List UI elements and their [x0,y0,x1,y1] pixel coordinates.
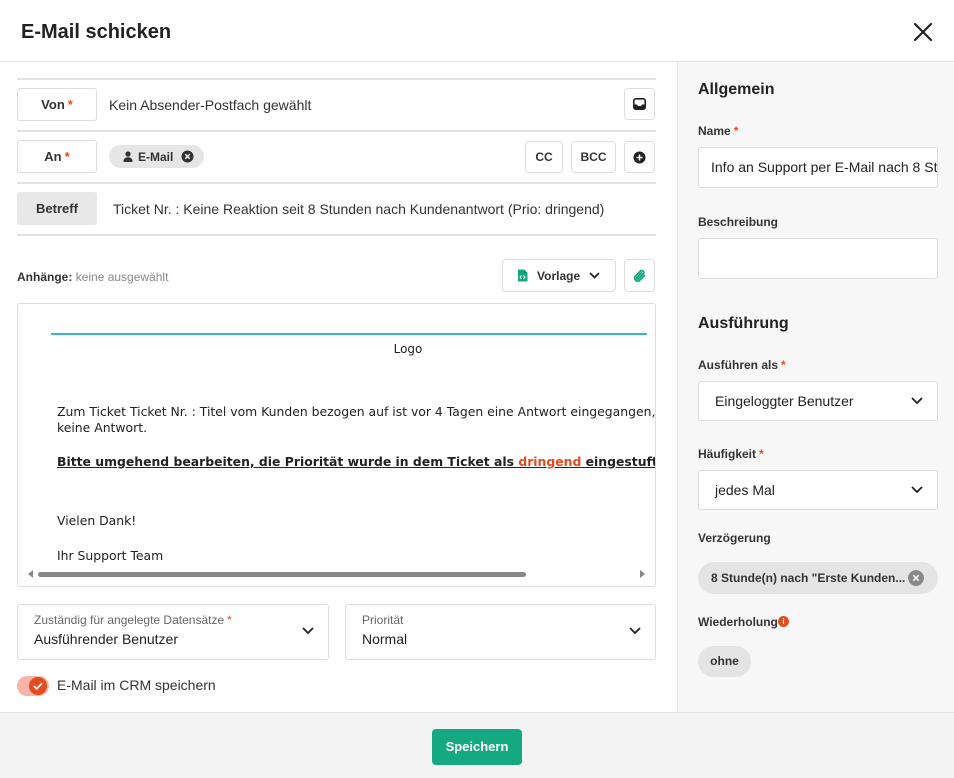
toggle-knob [29,677,47,695]
add-circle-icon [633,151,646,163]
save-in-crm-toggle[interactable] [17,676,49,696]
check-icon [33,682,43,690]
bcc-button[interactable]: BCC [571,141,616,173]
dialog-header: E-Mail schicken [0,0,954,62]
priority-highlight: dringend [518,454,582,469]
info-icon[interactable]: i [778,616,789,627]
divider [17,182,656,184]
priority-value: Normal [362,631,408,647]
body-thanks: Vielen Dank! [57,513,137,528]
priority-caption: Priorität [362,613,404,627]
sender-mailbox-value[interactable]: Kein Absender-Postfach gewählt [109,97,311,113]
horizontal-scrollbar[interactable] [28,570,645,578]
recipient-chip[interactable]: E-Mail [109,145,205,168]
body-line-1: Zum Ticket Ticket Nr. : Titel vom Kunden… [57,404,656,419]
template-dropdown[interactable]: Vorlage [502,259,616,292]
responsible-value: Ausführender Benutzer [34,631,178,647]
dialog-title: E-Mail schicken [21,21,172,43]
add-recipient-button[interactable] [624,141,655,173]
email-body-editor[interactable]: Logo Zum Ticket Ticket Nr. : Titel vom K… [17,303,656,587]
chevron-down-icon [911,397,923,405]
divider [17,78,656,80]
body-line-2: keine Antwort. [57,420,148,435]
betreff-label: Betreff [17,192,97,225]
document-icon [518,269,528,282]
body-priority-note: Bitte umgehend bearbeiten, die Priorität… [57,454,656,469]
save-button[interactable]: Speichern [432,729,522,765]
delay-chip[interactable]: 8 Stunde(n) nach "Erste Kunden... [698,562,938,594]
template-label: Vorlage [537,268,581,283]
delay-value: 8 Stunde(n) nach "Erste Kunden... [711,571,906,585]
execute-as-label: Ausführen als * [698,358,786,372]
von-label: Von * [17,88,97,121]
frequency-select[interactable]: jedes Mal [698,470,938,510]
scroll-right-icon[interactable] [639,570,645,578]
scrollbar-thumb[interactable] [38,572,526,577]
attach-button[interactable] [624,259,655,292]
name-label: Name * [698,124,739,138]
inbox-icon [633,98,646,110]
chevron-down-icon [302,627,314,635]
person-icon [123,151,133,162]
frequency-value: jedes Mal [715,482,775,498]
attachments-label: Anhänge: [17,270,73,284]
name-input[interactable]: Info an Support per E-Mail nach 8 Stunde… [698,147,938,188]
repetition-chip[interactable]: ohne [698,646,751,677]
recipient-chip-label: E-Mail [138,149,174,164]
subject-value[interactable]: Ticket Nr. : Keine Reaktion seit 8 Stund… [113,201,604,217]
scroll-left-icon[interactable] [28,570,34,578]
header-line [51,333,647,335]
chevron-down-icon [629,627,641,635]
settings-sidebar: Allgemein Name * Info an Support per E-Ma… [677,62,954,712]
paperclip-icon [633,269,645,282]
responsible-caption: Zuständig für angelegte Datensätze * [34,613,232,627]
repetition-label: Wiederholung [698,615,778,629]
save-in-crm-label: E-Mail im CRM speichern [57,677,216,693]
responsible-select[interactable]: Zuständig für angelegte Datensätze * Ausf… [17,604,329,660]
attachments-value: keine ausgewählt [75,270,169,284]
delay-label: Verzögerung [698,531,771,545]
an-label: An * [17,140,97,173]
mailbox-button[interactable] [624,88,655,120]
description-input[interactable] [698,238,938,279]
close-icon[interactable] [909,18,937,46]
dialog-footer: Speichern [0,712,954,778]
execute-as-select[interactable]: Eingeloggter Benutzer [698,381,938,421]
section-ausfuehrung: Ausführung [698,315,789,332]
frequency-label: Häufigkeit * [698,447,764,461]
attachments: Anhänge: keine ausgewählt [17,270,168,284]
priority-select[interactable]: Priorität Normal [345,604,656,660]
remove-chip-icon[interactable] [181,150,194,163]
execute-as-value: Eingeloggter Benutzer [715,393,854,409]
chevron-down-icon [911,486,923,494]
remove-delay-icon[interactable] [908,570,924,586]
body-signature: Ihr Support Team [57,548,164,563]
chevron-down-icon [589,272,600,279]
divider [17,130,656,132]
description-label: Beschreibung [698,215,779,229]
section-allgemein: Allgemein [698,81,775,98]
cc-button[interactable]: CC [525,141,563,173]
logo-placeholder: Logo [393,342,423,356]
divider [17,234,656,236]
